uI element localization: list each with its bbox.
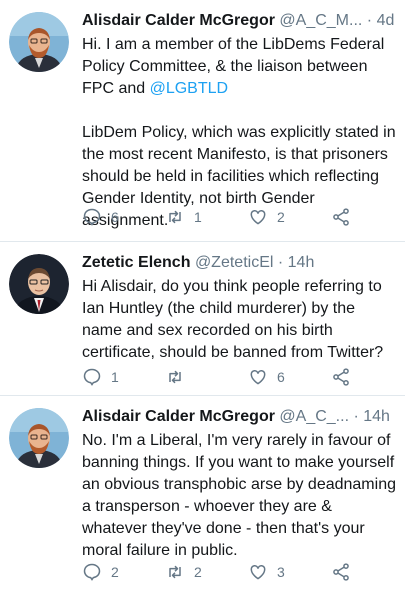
tweet[interactable]: Zetetic Elench @ZeteticEl · 14h Hi Alisd…: [0, 242, 405, 396]
share-button[interactable]: [331, 562, 360, 582]
heart-icon: [250, 369, 266, 385]
retweet-icon: [169, 565, 181, 579]
tweet-text: Hi. I am a member of the LibDems Federal…: [82, 34, 399, 232]
user-handle[interactable]: @ZeteticEl: [195, 254, 273, 271]
reply-button[interactable]: 6: [82, 207, 165, 227]
timestamp[interactable]: 14h: [288, 254, 315, 271]
display-name[interactable]: Zetetic Elench: [82, 254, 190, 271]
reply-button[interactable]: 1: [82, 367, 165, 387]
retweet-button[interactable]: [165, 367, 248, 387]
avatar[interactable]: [9, 12, 69, 72]
reply-button[interactable]: 2: [82, 562, 165, 582]
separator-dot: ·: [353, 408, 359, 425]
heart-icon: [250, 564, 266, 580]
retweet-button[interactable]: 2: [165, 562, 248, 582]
like-count: 3: [277, 564, 285, 580]
separator-dot: ·: [277, 254, 284, 271]
like-count: 2: [277, 209, 285, 225]
avatar-image: [9, 254, 69, 314]
user-handle[interactable]: @A_C_M...: [279, 12, 362, 29]
retweet-button[interactable]: 1: [165, 207, 248, 227]
separator-dot: ·: [366, 12, 373, 29]
tweet-actions: 2 2 3: [82, 560, 385, 584]
timestamp[interactable]: 14h: [363, 408, 390, 425]
heart-icon: [250, 209, 266, 225]
like-count: 6: [277, 369, 285, 385]
tweet[interactable]: Alisdair Calder McGregor @A_C_... · 14h …: [0, 396, 405, 600]
tweet-header: Zetetic Elench @ZeteticEl · 14h: [82, 252, 399, 274]
share-button[interactable]: [331, 207, 360, 227]
like-button[interactable]: 6: [248, 367, 331, 387]
like-button[interactable]: 2: [248, 207, 331, 227]
share-icon: [333, 563, 349, 581]
retweet-icon: [169, 370, 181, 384]
tweet-body: Alisdair Calder McGregor @A_C_... · 14h …: [82, 406, 399, 562]
share-icon: [333, 368, 349, 386]
tweet-text: Hi Alisdair, do you think people referri…: [82, 278, 387, 361]
tweet-text: No. I'm a Liberal, I'm very rarely in fa…: [82, 432, 401, 559]
display-name[interactable]: Alisdair Calder McGregor: [82, 12, 275, 29]
reply-count: 2: [111, 564, 119, 580]
tweet-actions: 6 1 2: [82, 205, 385, 229]
avatar[interactable]: [9, 254, 69, 314]
reply-count: 1: [111, 369, 119, 385]
timestamp[interactable]: 4d: [377, 12, 395, 29]
reply-icon: [83, 208, 101, 226]
retweet-count: 1: [194, 209, 202, 225]
mention-link[interactable]: @LGBTLD: [150, 80, 228, 97]
reply-icon: [83, 368, 101, 386]
avatar-image: [9, 408, 69, 468]
tweet-text-part: Hi. I am a member of the LibDems Federal…: [82, 36, 389, 97]
share-button[interactable]: [331, 367, 360, 387]
tweet-body: Alisdair Calder McGregor @A_C_M... · 4d …: [82, 10, 399, 232]
reply-count: 6: [111, 209, 119, 225]
tweet-header: Alisdair Calder McGregor @A_C_M... · 4d: [82, 10, 399, 32]
user-handle[interactable]: @A_C_...: [279, 408, 349, 425]
tweet[interactable]: Alisdair Calder McGregor @A_C_M... · 4d …: [0, 0, 405, 242]
like-button[interactable]: 3: [248, 562, 331, 582]
tweet-header: Alisdair Calder McGregor @A_C_... · 14h: [82, 406, 399, 428]
avatar-image: [9, 12, 69, 72]
reply-icon: [83, 563, 101, 581]
tweet-body: Zetetic Elench @ZeteticEl · 14h Hi Alisd…: [82, 252, 399, 364]
retweet-icon: [169, 210, 181, 224]
share-icon: [333, 208, 349, 226]
retweet-count: 2: [194, 564, 202, 580]
tweet-actions: 1 6: [82, 365, 385, 389]
avatar[interactable]: [9, 408, 69, 468]
display-name[interactable]: Alisdair Calder McGregor: [82, 408, 275, 425]
